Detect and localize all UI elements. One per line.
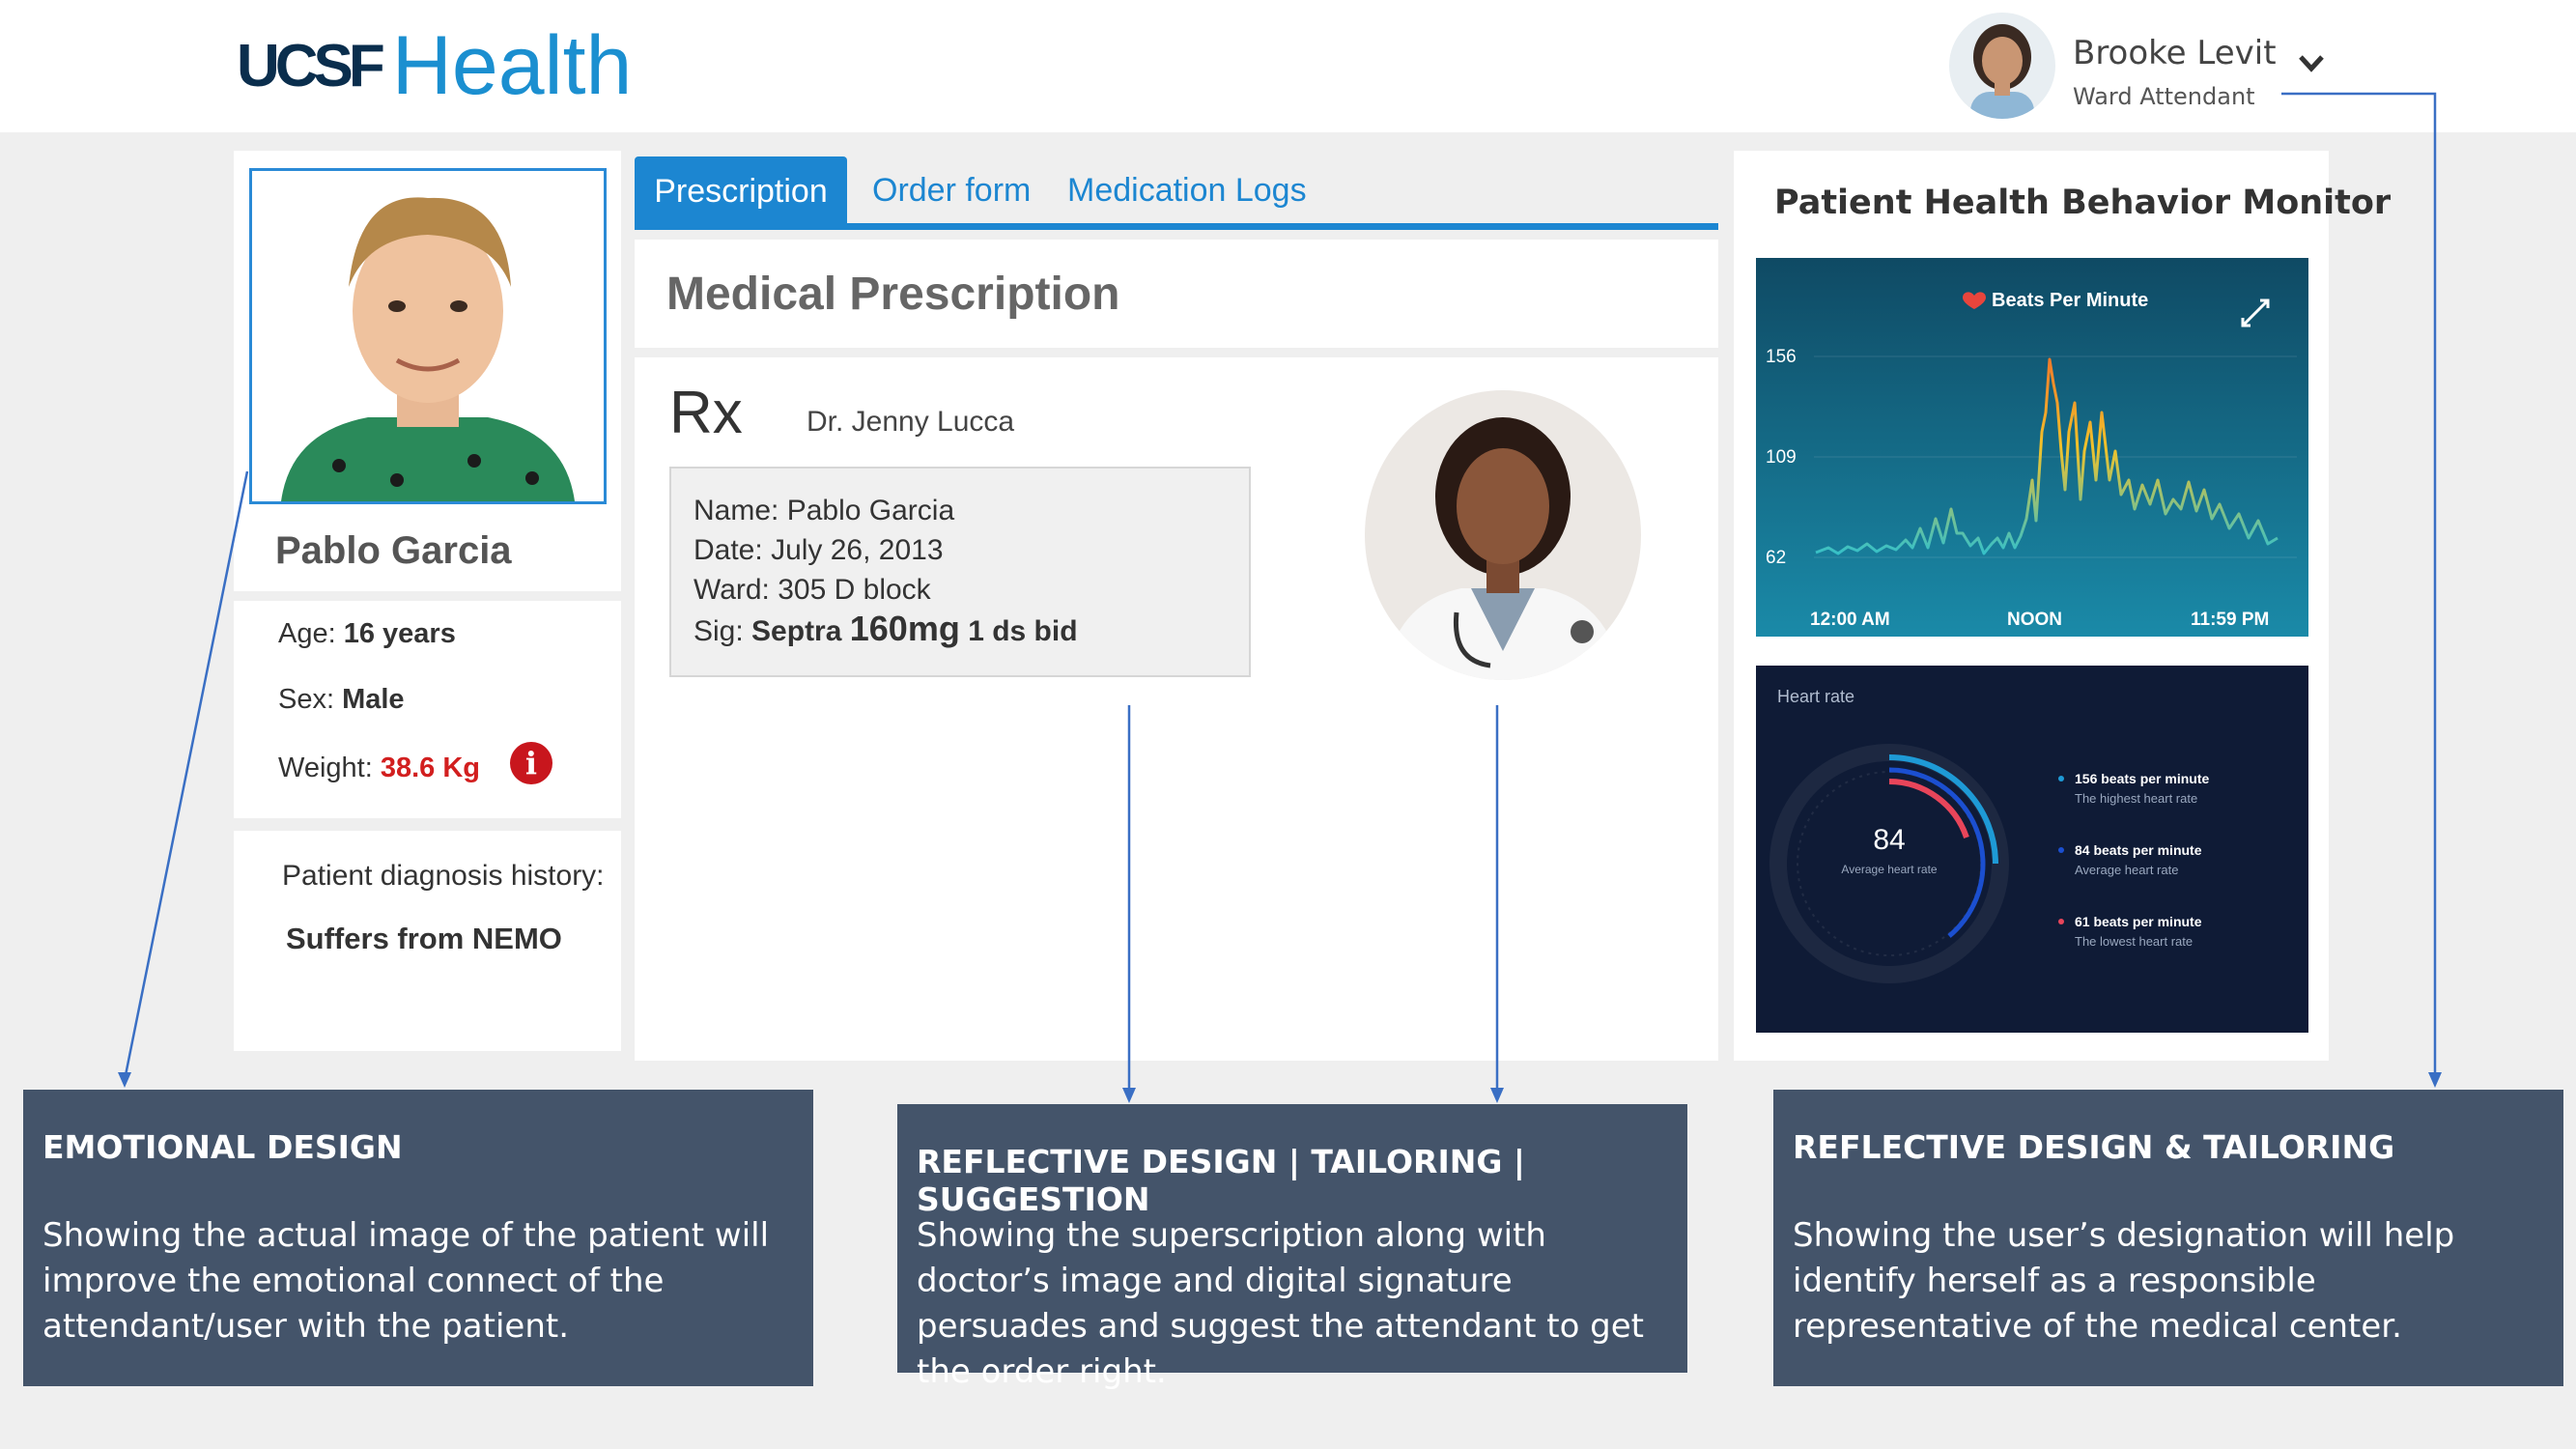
patient-age-row: Age: 16 years [278,618,456,650]
note-body: Showing the superscription along with do… [917,1216,1645,1391]
rx-sig-dose: 160mg [849,609,960,648]
note-title: EMOTIONAL DESIGN [42,1128,403,1166]
rx-date-line: Date: July 26, 2013 [694,534,944,567]
legend-value: 156 beats per minute [2075,771,2209,786]
arrowhead-icon [1490,1088,1504,1103]
tab-prescription[interactable]: Prescription [635,156,847,226]
connector-patient-photo [123,470,249,1081]
diagnosis-value: Suffers from NEMO [286,922,562,955]
rx-name-label: Name: [694,495,779,526]
arrowhead-icon [2428,1072,2442,1088]
bpm-chart[interactable]: Beats Per Minute 156 109 62 12:00 AM NOO… [1756,258,2308,637]
rx-name-value: Pablo Garcia [786,495,955,526]
legend-caption: Average heart rate [2075,863,2178,877]
note-reflective-tailoring-suggestion: REFLECTIVE DESIGN | TAILORING | SUGGESTI… [897,1104,1687,1391]
doctor-name: Dr. Jenny Lucca [807,406,1015,438]
bpm-x-tick: 12:00 AM [1810,610,1890,630]
bpm-y-tick: 156 [1766,347,1797,367]
info-icon[interactable]: i [510,742,552,784]
patient-weight-row: Weight: 38.6 Kg [278,753,480,784]
heart-rate-card[interactable]: Heart rate 84 Average heart rate 156 bea… [1756,666,2308,1033]
note-title: REFLECTIVE DESIGN | TAILORING | SUGGESTI… [917,1143,1525,1218]
sex-label: Sex: [278,684,335,715]
legend-value: 84 beats per minute [2075,842,2202,858]
legend-caption: The highest heart rate [2075,791,2197,806]
ucsf-health-logo[interactable]: UCSF Health [237,17,632,114]
note-emotional-design: EMOTIONAL DESIGN Showing the actual imag… [23,1090,813,1386]
prescription-title: Medical Prescription [666,269,1120,320]
diagnosis-label: Patient diagnosis history: [282,860,605,892]
bpm-label: Beats Per Minute [1992,290,2148,311]
monitor-title: Patient Health Behavior Monitor [1774,184,2392,222]
bpm-y-tick: 62 [1766,548,1786,568]
bpm-x-tick: 11:59 PM [2191,610,2269,630]
note-reflective-tailoring: REFLECTIVE DESIGN & TAILORING Showing th… [1773,1090,2563,1386]
rx-ward-label: Ward: [694,574,770,606]
age-value: 16 years [343,618,456,649]
age-label: Age: [278,618,336,649]
user-name[interactable]: Brooke Levit [2073,34,2277,72]
sex-value: Male [342,684,405,715]
patient-name: Pablo Garcia [275,529,512,572]
rx-ward-line: Ward: 305 D block [694,574,931,607]
weight-value: 38.6 Kg [380,753,481,783]
note-body: Showing the user’s designation will help… [1793,1216,2455,1346]
rx-sig-drug: Septra [751,615,842,647]
logo-ucsf-text: UCSF [237,32,385,99]
legend-value: 61 beats per minute [2075,914,2202,929]
rx-sig-frequency: 1 ds bid [968,615,1078,647]
user-avatar[interactable] [1949,13,2055,119]
tab-order-form[interactable]: Order form [872,172,1031,210]
tab-underline [635,223,1718,230]
legend-caption: The lowest heart rate [2075,934,2193,949]
arrowhead-icon [118,1072,131,1088]
rx-sig-label: Sig: [694,615,744,647]
chevron-down-icon[interactable] [2295,48,2328,77]
arrowhead-icon [1122,1088,1136,1103]
rx-date-label: Date: [694,534,763,566]
patient-sex-row: Sex: Male [278,684,405,716]
logo-health-text: Health [391,18,633,112]
bpm-y-tick: 109 [1766,447,1797,468]
app-header: UCSF Health Brooke Levit Ward Attendant [0,0,2576,132]
rx-symbol: Rx [669,380,743,446]
user-role: Ward Attendant [2073,83,2255,110]
note-body: Showing the actual image of the patient … [42,1216,770,1346]
note-title: REFLECTIVE DESIGN & TAILORING [1793,1128,2395,1166]
rx-ward-value: 305 D block [778,574,931,606]
rx-sig-line: Sig: Septra 160mg 1 ds bid [694,609,1078,649]
weight-label: Weight: [278,753,373,783]
tab-medication-logs[interactable]: Medication Logs [1067,172,1307,210]
average-heart-rate-value: 84 [1873,824,1905,856]
rx-date-value: July 26, 2013 [771,534,944,566]
heart-rate-label: Heart rate [1777,687,1854,706]
doctor-photo [1365,390,1641,680]
rx-name-line: Name: Pablo Garcia [694,495,954,527]
bpm-x-tick: NOON [2007,610,2062,630]
patient-photo [249,168,607,504]
average-heart-rate-caption: Average heart rate [1841,863,1938,876]
